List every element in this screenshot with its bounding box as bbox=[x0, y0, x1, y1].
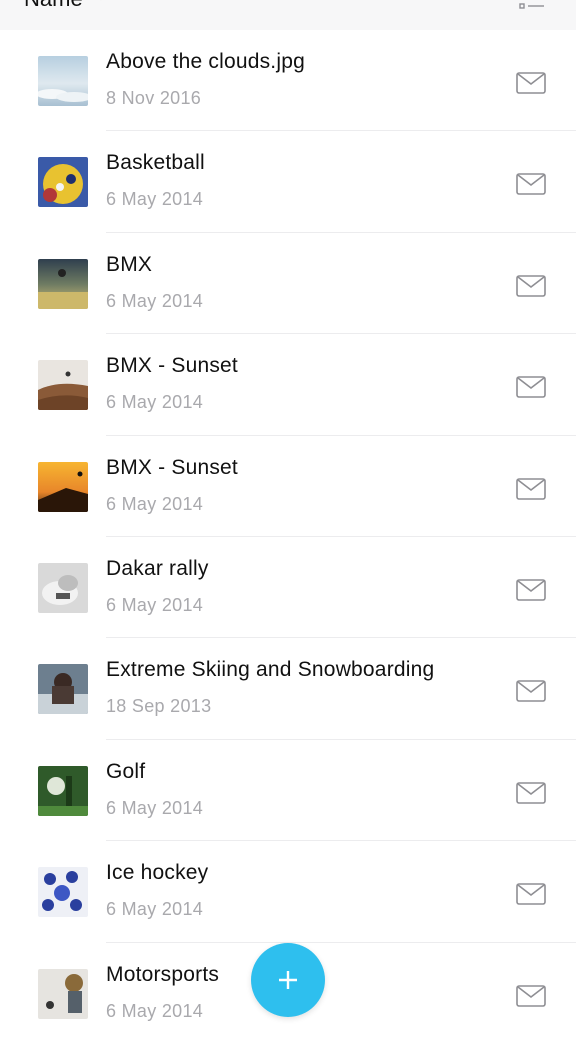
chevron-down-icon[interactable] bbox=[95, 0, 107, 6]
sort-label[interactable]: Name bbox=[24, 0, 83, 12]
file-row[interactable]: Golf 6 May 2014 bbox=[0, 740, 576, 842]
file-thumbnail bbox=[38, 765, 88, 816]
file-name: Ice hockey bbox=[106, 861, 209, 885]
file-date: 6 May 2014 bbox=[106, 899, 204, 920]
envelope-icon[interactable] bbox=[516, 984, 546, 1007]
file-thumbnail bbox=[38, 562, 88, 613]
plus-icon bbox=[279, 971, 297, 989]
file-thumbnail bbox=[38, 258, 88, 309]
file-date: 6 May 2014 bbox=[106, 493, 204, 514]
file-name: Dakar rally bbox=[106, 556, 209, 580]
sort-header: Name bbox=[0, 0, 576, 30]
file-date: 6 May 2014 bbox=[106, 1000, 204, 1021]
file-thumbnail bbox=[38, 157, 88, 208]
file-name: Motorsports bbox=[106, 962, 220, 986]
file-row[interactable]: Ice hockey 6 May 2014 bbox=[0, 841, 576, 943]
envelope-icon[interactable] bbox=[516, 579, 546, 601]
file-row[interactable]: Basketball 6 May 2014 bbox=[0, 131, 576, 233]
file-name: Extreme Skiing and Snowboarding bbox=[106, 658, 435, 682]
file-row[interactable]: Above the clouds.jpg 8 Nov 2016 bbox=[0, 30, 576, 132]
file-date: 6 May 2014 bbox=[106, 392, 204, 413]
file-thumbnail bbox=[38, 360, 88, 411]
file-thumbnail bbox=[38, 56, 88, 106]
file-thumbnail bbox=[38, 968, 88, 1019]
envelope-icon[interactable] bbox=[516, 680, 546, 703]
envelope-icon[interactable] bbox=[516, 274, 546, 297]
file-date: 6 May 2014 bbox=[106, 797, 204, 818]
envelope-icon[interactable] bbox=[516, 781, 546, 804]
file-name: BMX - Sunset bbox=[106, 455, 238, 479]
envelope-icon[interactable] bbox=[516, 376, 546, 398]
file-name: Above the clouds.jpg bbox=[106, 50, 305, 73]
file-date: 6 May 2014 bbox=[106, 290, 204, 311]
file-date: 8 Nov 2016 bbox=[106, 88, 202, 108]
envelope-icon[interactable] bbox=[516, 477, 546, 500]
file-name: Basketball bbox=[106, 151, 205, 175]
file-row[interactable]: BMX - Sunset 6 May 2014 bbox=[0, 334, 576, 436]
file-row[interactable]: Extreme Skiing and Snowboarding 18 Sep 2… bbox=[0, 638, 576, 740]
list-view-icon[interactable] bbox=[518, 0, 546, 19]
file-date: 6 May 2014 bbox=[106, 594, 204, 615]
file-date: 6 May 2014 bbox=[106, 189, 204, 210]
file-row[interactable]: BMX 6 May 2014 bbox=[0, 233, 576, 335]
file-row[interactable]: Dakar rally 6 May 2014 bbox=[0, 537, 576, 639]
file-date: 18 Sep 2013 bbox=[106, 696, 212, 717]
file-thumbnail bbox=[38, 867, 88, 918]
file-name: Golf bbox=[106, 759, 146, 783]
file-name: BMX bbox=[106, 252, 153, 276]
file-row[interactable]: BMX - Sunset 6 May 2014 bbox=[0, 436, 576, 537]
add-button[interactable] bbox=[251, 943, 325, 1017]
file-thumbnail bbox=[38, 664, 88, 715]
envelope-icon[interactable] bbox=[516, 883, 546, 905]
file-thumbnail bbox=[38, 461, 88, 512]
envelope-icon[interactable] bbox=[516, 173, 546, 196]
envelope-icon[interactable] bbox=[516, 72, 546, 94]
file-name: BMX - Sunset bbox=[106, 354, 238, 378]
file-list: Above the clouds.jpg 8 Nov 2016 Basketba… bbox=[0, 30, 576, 1044]
